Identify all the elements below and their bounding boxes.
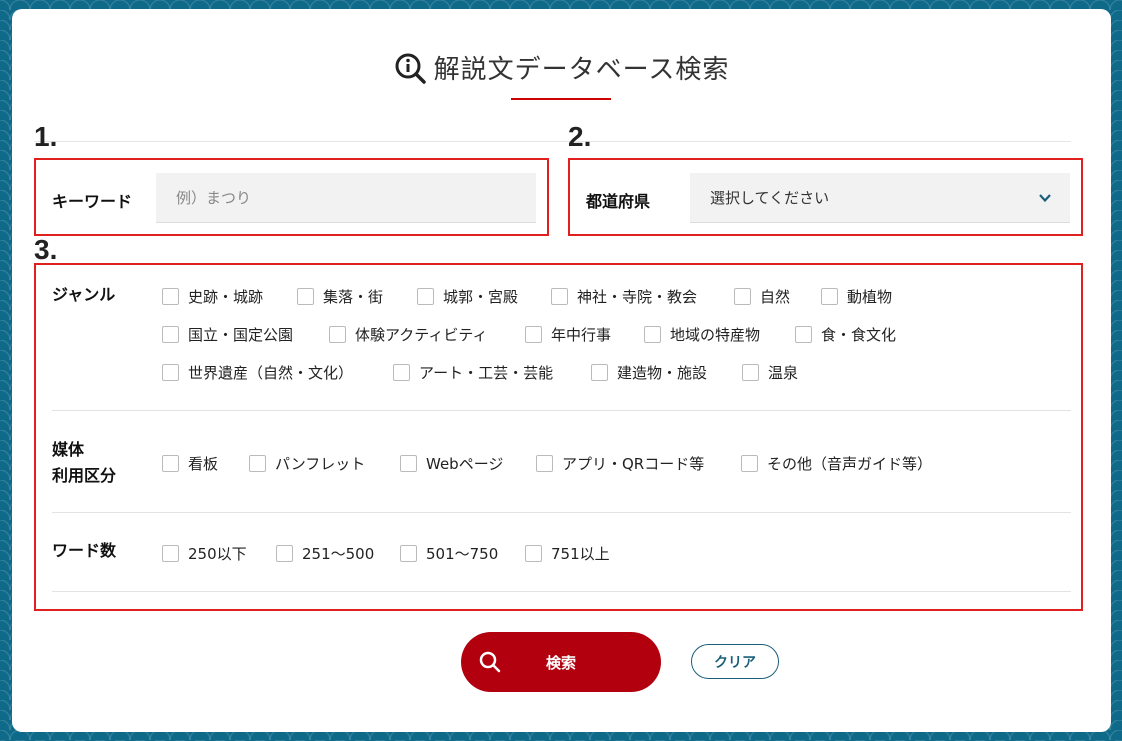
prefecture-box: 都道府県 選択してください	[568, 158, 1083, 236]
media-option[interactable]: パンフレット	[249, 453, 365, 474]
checkbox[interactable]	[276, 545, 293, 562]
step-number-3: 3.	[34, 234, 58, 265]
divider	[52, 591, 1071, 592]
checkbox[interactable]	[162, 455, 179, 472]
wordcount-option[interactable]: 251〜500	[276, 543, 374, 564]
genre-option[interactable]: 神社・寺院・教会	[551, 286, 697, 307]
search-button[interactable]: 検索	[461, 632, 661, 692]
genre-label: ジャンル	[52, 285, 116, 304]
media-label-line1: 媒体	[52, 440, 85, 459]
chevron-down-icon	[1039, 194, 1051, 203]
divider	[34, 141, 1071, 142]
genre-option[interactable]: 史跡・城跡	[162, 286, 263, 307]
divider	[52, 410, 1071, 411]
checkbox[interactable]	[734, 288, 751, 305]
checkbox[interactable]	[249, 455, 266, 472]
checkbox[interactable]	[400, 455, 417, 472]
checkbox[interactable]	[417, 288, 434, 305]
wordcount-option[interactable]: 751以上	[525, 543, 610, 564]
wordcount-option[interactable]: 250以下	[162, 543, 247, 564]
checkbox[interactable]	[162, 545, 179, 562]
checkbox[interactable]	[821, 288, 838, 305]
checkbox[interactable]	[525, 545, 542, 562]
media-label-line2: 利用区分	[52, 466, 117, 485]
filter-box: ジャンル 史跡・城跡 集落・街 城郭・宮殿 神社・寺院・教会 自然 動植物 国立…	[34, 263, 1083, 611]
checkbox[interactable]	[297, 288, 314, 305]
checkbox[interactable]	[400, 545, 417, 562]
checkbox[interactable]	[551, 288, 568, 305]
step-number-2: 2.	[568, 121, 592, 152]
checkbox[interactable]	[591, 364, 608, 381]
prefecture-label: 都道府県	[586, 192, 651, 211]
genre-option[interactable]: 温泉	[742, 362, 798, 383]
genre-option[interactable]: 体験アクティビティ	[329, 324, 487, 345]
checkbox[interactable]	[162, 288, 179, 305]
search-panel: 解説文データベース検索 1. キーワード 2. 都道府県 選択してください 3.…	[12, 9, 1111, 732]
checkbox[interactable]	[644, 326, 661, 343]
media-option[interactable]: アプリ・QRコード等	[536, 453, 704, 474]
checkbox[interactable]	[741, 455, 758, 472]
genre-option[interactable]: 集落・街	[297, 286, 383, 307]
checkbox[interactable]	[742, 364, 759, 381]
genre-option[interactable]: 建造物・施設	[591, 362, 707, 383]
divider	[52, 512, 1071, 513]
checkbox[interactable]	[795, 326, 812, 343]
genre-option[interactable]: 地域の特産物	[644, 324, 760, 345]
page-title-row: 解説文データベース検索	[12, 49, 1111, 86]
title-underline	[511, 98, 611, 100]
genre-option[interactable]: 動植物	[821, 286, 892, 307]
media-option[interactable]: 看板	[162, 453, 218, 474]
wordcount-option[interactable]: 501〜750	[400, 543, 498, 564]
genre-option[interactable]: 世界遺産（自然・文化）	[162, 362, 353, 383]
checkbox[interactable]	[329, 326, 346, 343]
page-title: 解説文データベース検索	[433, 55, 730, 85]
clear-button[interactable]: クリア	[691, 644, 779, 679]
prefecture-select[interactable]: 選択してください	[690, 173, 1070, 223]
keyword-box: キーワード	[34, 158, 549, 236]
checkbox[interactable]	[536, 455, 553, 472]
genre-option[interactable]: 自然	[734, 286, 790, 307]
prefecture-selected-value: 選択してください	[710, 189, 830, 207]
media-option[interactable]: Webページ	[400, 453, 503, 474]
checkbox[interactable]	[525, 326, 542, 343]
keyword-input[interactable]	[156, 173, 536, 223]
checkbox[interactable]	[393, 364, 410, 381]
checkbox[interactable]	[162, 364, 179, 381]
info-search-icon	[395, 53, 426, 84]
step-number-1: 1.	[34, 121, 58, 152]
keyword-label: キーワード	[52, 192, 133, 211]
genre-option[interactable]: アート・工芸・芸能	[393, 362, 553, 383]
search-button-label: 検索	[545, 654, 576, 672]
wordcount-label: ワード数	[52, 541, 117, 560]
genre-option[interactable]: 国立・国定公園	[162, 324, 293, 345]
genre-option[interactable]: 食・食文化	[795, 324, 896, 345]
genre-option[interactable]: 年中行事	[525, 324, 611, 345]
genre-option[interactable]: 城郭・宮殿	[417, 286, 518, 307]
media-option[interactable]: その他（音声ガイド等）	[741, 453, 932, 474]
checkbox[interactable]	[162, 326, 179, 343]
